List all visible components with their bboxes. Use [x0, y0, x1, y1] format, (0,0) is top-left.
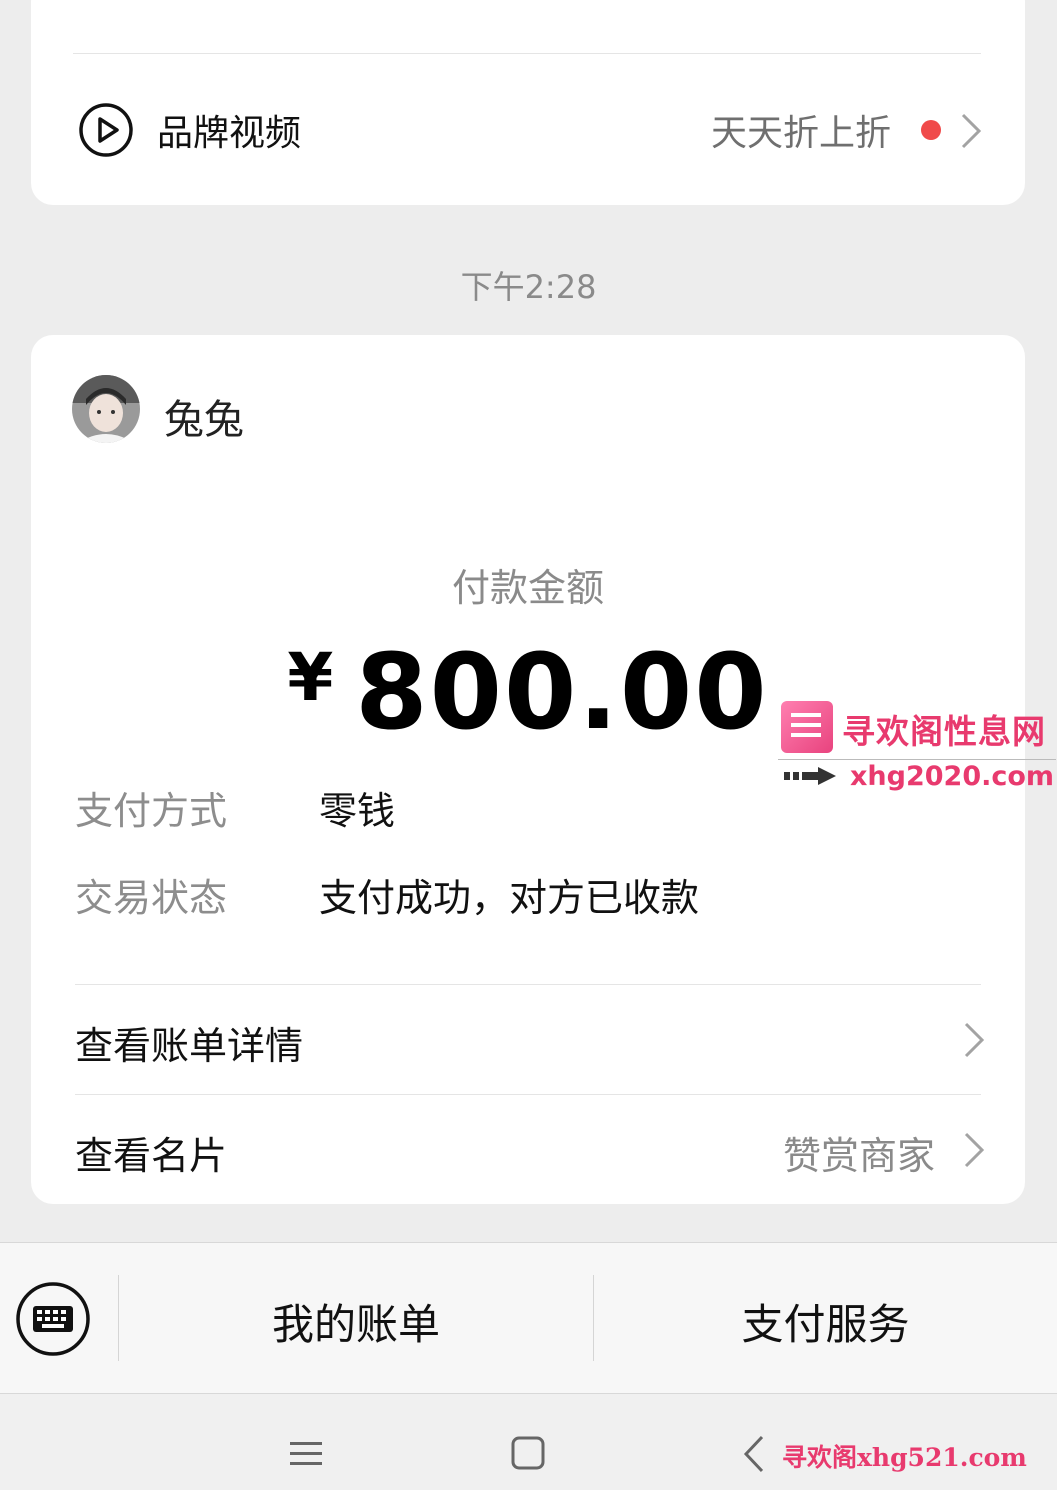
watermark-logo	[781, 701, 833, 753]
chevron-right-icon	[964, 1022, 985, 1058]
bottom-menu-bar: 我的账单 支付服务	[0, 1242, 1057, 1394]
transaction-status-value: 支付成功，对方已收款	[319, 876, 700, 920]
bill-details-label: 查看账单详情	[75, 1024, 304, 1068]
payment-method-key: 支付方式	[75, 789, 228, 833]
back-icon[interactable]	[742, 1434, 766, 1474]
avatar[interactable]	[72, 375, 140, 443]
watermark-bottom-text: 寻欢阁xhg521.com	[782, 1443, 1027, 1472]
my-bills-button[interactable]: 我的账单	[119, 1291, 593, 1352]
brand-video-label: 品牌视频	[157, 113, 302, 154]
menu-icon[interactable]	[290, 1440, 322, 1468]
notification-dot	[921, 120, 941, 140]
screen: 品牌视频 天天折上折 下午2:28 兔兔 付款金额 ¥800.00 支付方式 零…	[0, 0, 1057, 1490]
promo-text: 天天折上折	[710, 113, 891, 154]
home-icon[interactable]	[511, 1436, 545, 1470]
keyboard-icon[interactable]	[15, 1281, 91, 1357]
divider	[73, 53, 981, 54]
arrow-right-icon	[784, 767, 836, 785]
transaction-status-row: 交易状态 支付成功，对方已收款	[75, 867, 981, 920]
watermark-line	[778, 759, 1056, 760]
brand-video-row[interactable]: 品牌视频 天天折上折	[31, 75, 1025, 185]
sender-name: 兔兔	[164, 397, 244, 443]
amount-value: 800.00	[355, 631, 769, 753]
view-card-label: 查看名片	[75, 1134, 228, 1178]
amount-label: 付款金额	[451, 566, 604, 610]
watermark: 寻欢阁性息网 xhg2020.com	[778, 697, 1056, 797]
view-card-row[interactable]: 查看名片 赞赏商家	[75, 1095, 1025, 1205]
payment-method-value: 零钱	[319, 789, 396, 833]
watermark-title: 寻欢阁性息网	[842, 712, 1046, 751]
chevron-right-icon	[961, 113, 982, 149]
system-navigation-bar: 寻欢阁xhg521.com	[0, 1394, 1057, 1490]
play-circle-icon	[79, 103, 133, 157]
watermark-url: xhg2020.com	[850, 761, 1055, 792]
pay-service-button[interactable]: 支付服务	[594, 1291, 1057, 1352]
message-timestamp: 下午2:28	[460, 268, 597, 306]
brand-video-card: 品牌视频 天天折上折	[31, 0, 1025, 205]
reward-merchant-text: 赞赏商家	[782, 1134, 935, 1178]
bill-details-row[interactable]: 查看账单详情	[75, 985, 1025, 1095]
currency-symbol: ¥	[287, 639, 336, 716]
transaction-status-key: 交易状态	[75, 876, 228, 920]
chevron-right-icon	[964, 1132, 985, 1168]
